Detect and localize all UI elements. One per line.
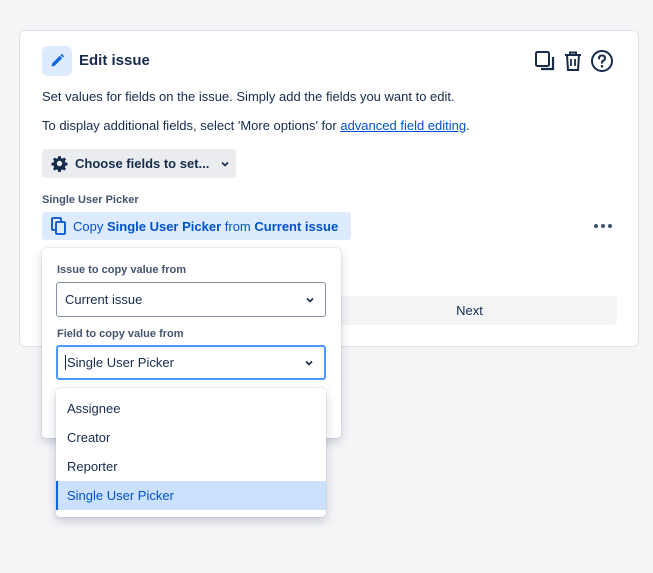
text-cursor — [65, 355, 66, 370]
chevron-down-icon — [221, 161, 229, 167]
help-icon[interactable] — [590, 49, 614, 73]
copy-icon[interactable] — [533, 49, 557, 73]
description-line-2: To display additional fields, select 'Mo… — [42, 118, 470, 133]
copy-prefix: Copy — [73, 218, 107, 234]
advanced-field-editing-link[interactable]: advanced field editing — [340, 118, 466, 133]
chevron-down-icon — [306, 297, 314, 303]
description-line-1: Set values for fields on the issue. Simp… — [42, 89, 455, 104]
description-period: . — [466, 118, 470, 133]
copy-icon — [51, 217, 66, 235]
trash-icon[interactable] — [561, 49, 585, 73]
field-label: Single User Picker — [42, 194, 139, 206]
copy-value-pill[interactable]: Copy Single User Picker from Current iss… — [42, 212, 351, 240]
option-creator[interactable]: Creator — [56, 423, 326, 452]
field-options-menu: Assignee Creator Reporter Single User Pi… — [56, 388, 326, 517]
field-source-value: Single User Picker — [67, 355, 174, 370]
pencil-icon — [42, 46, 72, 76]
copy-field-name: Single User Picker — [106, 218, 222, 234]
option-single-user-picker[interactable]: Single User Picker — [56, 481, 326, 510]
gear-icon — [51, 156, 68, 172]
more-options-icon[interactable] — [591, 214, 615, 238]
page-title: Edit issue — [79, 52, 150, 69]
copy-value-text: Copy Single User Picker from Current iss… — [73, 219, 338, 234]
copy-source: Current issue — [254, 218, 339, 234]
chevron-down-icon — [305, 360, 313, 366]
choose-fields-button[interactable]: Choose fields to set... — [42, 149, 236, 178]
field-source-select[interactable]: Single User Picker — [56, 345, 326, 380]
issue-source-label: Issue to copy value from — [57, 264, 186, 276]
option-assignee[interactable]: Assignee — [56, 394, 326, 423]
description-text: To display additional fields, select 'Mo… — [42, 118, 341, 133]
issue-source-select[interactable]: Current issue — [56, 282, 326, 317]
issue-source-value: Current issue — [65, 292, 143, 307]
copy-middle: from — [221, 218, 255, 234]
choose-fields-label: Choose fields to set... — [75, 156, 210, 171]
next-button[interactable]: Next — [322, 296, 617, 325]
field-source-label: Field to copy value from — [57, 328, 184, 340]
option-reporter[interactable]: Reporter — [56, 452, 326, 481]
